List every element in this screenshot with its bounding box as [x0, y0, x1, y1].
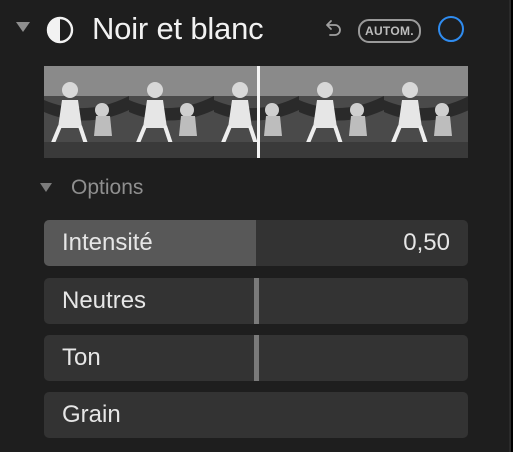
options-toggle[interactable]: Options: [71, 176, 143, 200]
auto-button[interactable]: AUTOM.: [358, 19, 421, 43]
preview-thumbnail: [299, 66, 384, 158]
slider-label: Neutres: [62, 287, 147, 314]
slider-knob[interactable]: [254, 335, 259, 381]
section-title: Noir et blanc: [92, 11, 264, 46]
preview-thumbnail-strip[interactable]: [44, 66, 468, 158]
preview-thumbnail: [384, 66, 468, 158]
intensity-slider[interactable]: Intensité 0,50: [44, 220, 468, 266]
slider-knob[interactable]: [254, 278, 259, 324]
circle-toggle-icon[interactable]: [438, 16, 464, 42]
black-and-white-icon: [46, 16, 74, 44]
options-chevron-down-icon[interactable]: [40, 183, 52, 192]
chevron-down-icon[interactable]: [16, 22, 30, 32]
preview-thumbnail: [129, 66, 214, 158]
black-and-white-adjustment-panel: Noir et blanc AUTOM. Options Intensité 0…: [0, 0, 511, 452]
preview-thumbnail: [44, 66, 129, 158]
slider-value: 0,50: [403, 229, 450, 256]
neutrals-slider[interactable]: Neutres: [44, 278, 468, 324]
tone-slider[interactable]: Ton: [44, 335, 468, 381]
section-header: Noir et blanc AUTOM.: [0, 0, 509, 58]
undo-icon[interactable]: [322, 17, 344, 39]
slider-label: Intensité: [62, 229, 153, 256]
slider-label: Grain: [62, 401, 121, 428]
slider-label: Ton: [62, 344, 101, 371]
preview-position-marker[interactable]: [257, 66, 260, 158]
grain-slider[interactable]: Grain: [44, 392, 468, 438]
